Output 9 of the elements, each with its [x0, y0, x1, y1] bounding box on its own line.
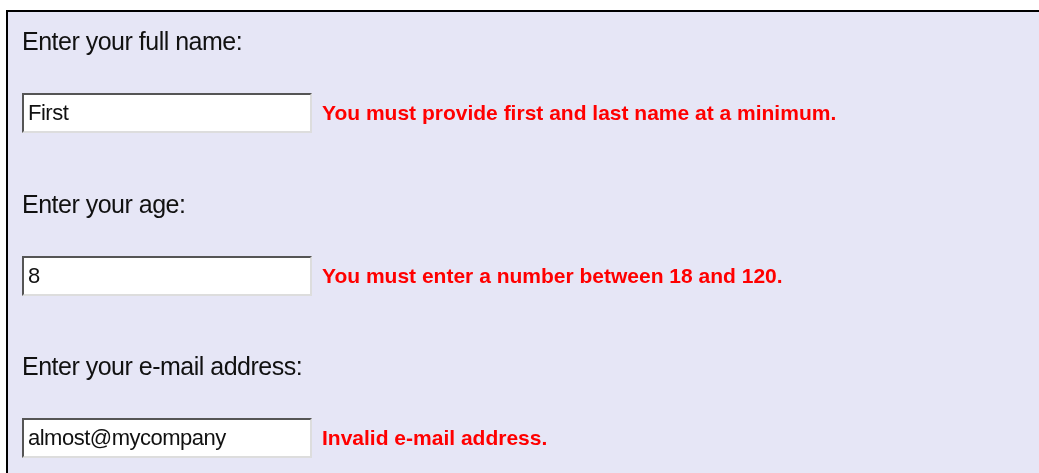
input-field[interactable]: almost@mycompany — [22, 418, 312, 458]
error-message: You must provide first and last name at a minimum. — [322, 101, 837, 125]
field-label: Enter your full name: — [22, 26, 244, 56]
input-field[interactable]: First — [22, 93, 312, 133]
field-label: Enter your e-mail address: — [22, 351, 304, 381]
input-field[interactable]: 8 — [22, 256, 312, 296]
error-message: Invalid e-mail address. — [322, 426, 548, 450]
error-message: You must enter a number between 18 and 120. — [322, 264, 783, 288]
field-label: Enter your age: — [22, 189, 187, 219]
